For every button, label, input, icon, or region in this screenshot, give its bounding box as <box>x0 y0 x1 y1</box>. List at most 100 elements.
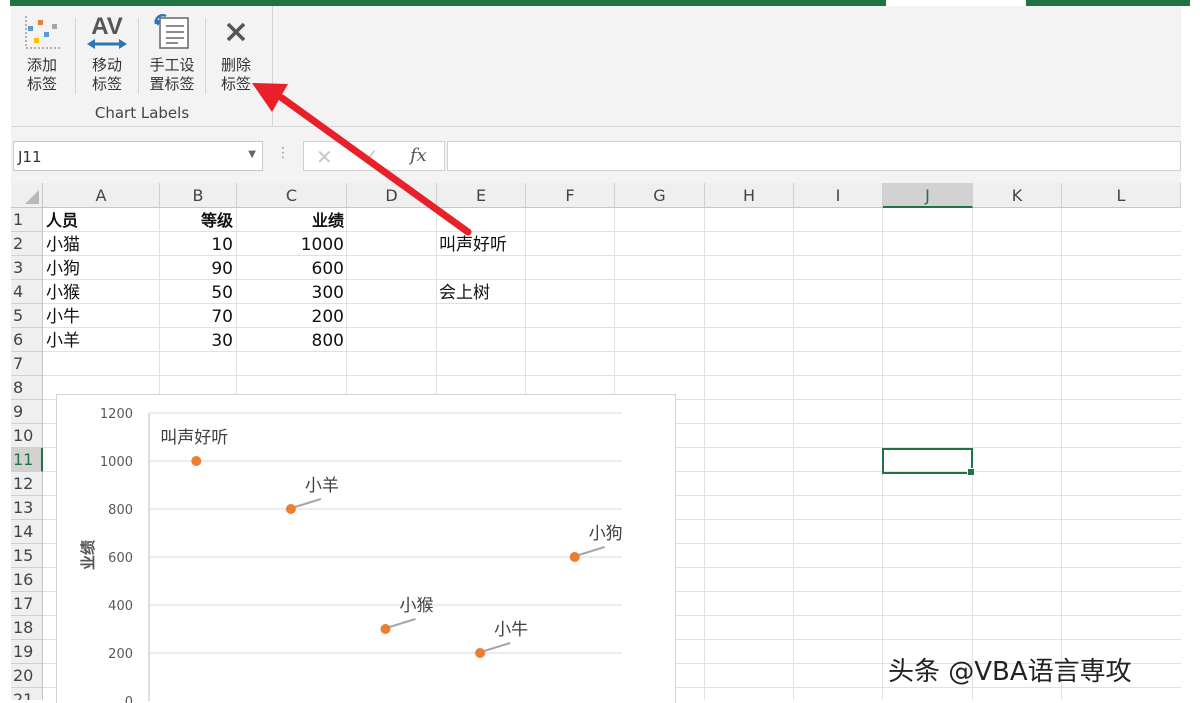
row-header[interactable]: 14 <box>11 520 43 544</box>
cell-c6[interactable]: 800 <box>238 328 344 352</box>
column-header-e[interactable]: E <box>437 183 526 208</box>
data-point <box>380 624 391 634</box>
formula-input[interactable] <box>447 141 1181 171</box>
row-header[interactable]: 15 <box>11 544 43 568</box>
column-header-d[interactable]: D <box>347 183 437 208</box>
move-labels-icon: AV <box>83 12 131 52</box>
data-label: 小猴 <box>400 596 434 616</box>
insert-function-button[interactable]: fx <box>410 145 427 166</box>
row-header[interactable]: 1 <box>11 208 43 232</box>
cell-c1[interactable]: 业绩 <box>238 208 344 232</box>
row-header[interactable]: 13 <box>11 496 43 520</box>
label-leader-line <box>294 498 322 508</box>
delete-labels-button[interactable]: 删除 标签 <box>213 12 259 102</box>
cell-c3[interactable]: 600 <box>238 256 344 280</box>
cell-b3[interactable]: 90 <box>161 256 233 280</box>
cell-e4[interactable]: 会上树 <box>439 280 490 304</box>
cell-c2[interactable]: 1000 <box>238 232 344 256</box>
row-header[interactable]: 3 <box>11 256 43 280</box>
select-all-button[interactable] <box>11 183 43 208</box>
enter-icon[interactable]: ✓ <box>362 144 379 168</box>
column-header-b[interactable]: B <box>160 183 237 208</box>
row-header[interactable]: 21 <box>11 688 43 700</box>
row-header[interactable]: 7 <box>11 352 43 376</box>
add-labels-button[interactable]: 添加 标签 <box>17 12 67 102</box>
column-header-f[interactable]: F <box>526 183 615 208</box>
row-header[interactable]: 8 <box>11 376 43 400</box>
data-label: 小羊 <box>305 476 339 496</box>
row-header[interactable]: 19 <box>11 640 43 664</box>
scatter-chart[interactable]: 0 200 400 600 800 1000 1200 叫声好听 小羊 小猴 小牛 小狗 业绩 <box>56 394 676 703</box>
row-header[interactable]: 6 <box>11 328 43 352</box>
data-label: 小牛 <box>494 620 528 640</box>
column-header-h[interactable]: H <box>705 183 794 208</box>
column-header-l[interactable]: L <box>1062 183 1181 208</box>
cell-a4[interactable]: 小猴 <box>46 280 80 304</box>
row-header[interactable]: 4 <box>11 280 43 304</box>
name-box[interactable]: J11 ▼ <box>13 141 263 171</box>
gridline <box>1061 208 1062 700</box>
column-header-i[interactable]: I <box>794 183 883 208</box>
chart-labels-group: 添加 标签 AV 移动 标签 手工设 置标签 删除 标签 Chart Label… <box>11 6 273 127</box>
y-tick-label: 1000 <box>100 455 133 470</box>
chart-canvas: 0 200 400 600 800 1000 1200 叫声好听小羊小猴小牛 小狗 业绩 <box>79 407 623 703</box>
y-tick-label: 1200 <box>100 407 133 422</box>
cancel-icon[interactable]: ✕ <box>316 145 333 169</box>
ribbon-separator <box>205 18 206 94</box>
cell-b4[interactable]: 50 <box>161 280 233 304</box>
formula-bar-grip-icon[interactable]: ⋮ <box>276 145 290 161</box>
row-header[interactable]: 20 <box>11 664 43 688</box>
column-header-a[interactable]: A <box>43 183 160 208</box>
cell-a5[interactable]: 小牛 <box>46 304 80 328</box>
name-box-value: J11 <box>18 148 42 166</box>
column-header-k[interactable]: K <box>973 183 1062 208</box>
row-header[interactable]: 18 <box>11 616 43 640</box>
cell-b6[interactable]: 30 <box>161 328 233 352</box>
row-header[interactable]: 17 <box>11 592 43 616</box>
cell-c4[interactable]: 300 <box>238 280 344 304</box>
cell-a2[interactable]: 小猫 <box>46 232 80 256</box>
cell-a1[interactable]: 人员 <box>46 208 78 232</box>
svg-text:AV: AV <box>91 13 123 40</box>
cell-e2[interactable]: 叫声好听 <box>439 232 507 256</box>
y-tick-label: 400 <box>108 599 133 614</box>
watermark: 头条 @VBA语言専攻 <box>888 657 1132 687</box>
column-header-g[interactable]: G <box>615 183 705 208</box>
manual-labels-button[interactable]: 手工设 置标签 <box>145 12 199 102</box>
delete-labels-icon <box>213 12 259 52</box>
label-leader-line <box>483 642 511 652</box>
data-point <box>475 648 486 658</box>
chevron-down-icon[interactable]: ▼ <box>248 149 256 160</box>
add-labels-icon <box>17 12 67 52</box>
ribbon-separator <box>138 18 139 94</box>
row-header-selected[interactable]: 11 <box>11 448 43 472</box>
column-header-c[interactable]: C <box>237 183 347 208</box>
data-point <box>191 456 202 466</box>
data-label: 小狗 <box>589 524 623 544</box>
y-tick-label: 600 <box>108 551 133 566</box>
column-header-j[interactable]: J <box>883 183 973 208</box>
chart-labels-group-title: Chart Labels <box>94 104 190 122</box>
cell-a3[interactable]: 小狗 <box>46 256 80 280</box>
cell-b1[interactable]: 等级 <box>161 208 233 232</box>
row-header[interactable]: 16 <box>11 568 43 592</box>
data-point <box>285 504 296 514</box>
active-cell-j11[interactable] <box>882 448 975 476</box>
move-labels-button[interactable]: AV 移动 标签 <box>83 12 131 102</box>
data-label: 叫声好听 <box>160 428 228 448</box>
y-tick-label: 0 <box>125 695 133 703</box>
data-point <box>569 552 580 562</box>
ribbon: 添加 标签 AV 移动 标签 手工设 置标签 删除 标签 Chart Label… <box>11 6 1181 127</box>
cell-a6[interactable]: 小羊 <box>46 328 80 352</box>
cell-b2[interactable]: 10 <box>161 232 233 256</box>
y-axis-title: 业绩 <box>79 540 97 570</box>
y-tick-label: 800 <box>108 503 133 518</box>
cell-b5[interactable]: 70 <box>161 304 233 328</box>
row-header[interactable]: 5 <box>11 304 43 328</box>
row-header[interactable]: 2 <box>11 232 43 256</box>
row-header[interactable]: 10 <box>11 424 43 448</box>
cell-c5[interactable]: 200 <box>238 304 344 328</box>
ribbon-separator <box>75 18 76 94</box>
row-header[interactable]: 12 <box>11 472 43 496</box>
row-header[interactable]: 9 <box>11 400 43 424</box>
